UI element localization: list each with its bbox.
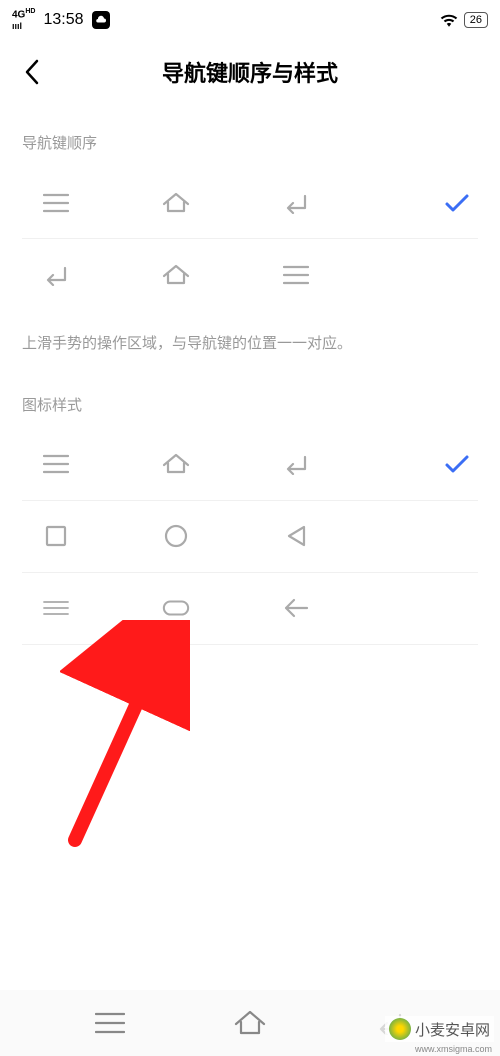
header: 导航键顺序与样式 — [0, 40, 500, 104]
watermark-text: 小麦安卓网 — [415, 1019, 490, 1040]
style-option-2[interactable] — [22, 501, 478, 573]
nav-menu-button[interactable] — [94, 1007, 126, 1039]
annotation-arrow — [60, 620, 190, 850]
home-icon — [162, 261, 190, 289]
home-icon — [162, 189, 190, 217]
page-title: 导航键顺序与样式 — [162, 56, 338, 88]
back-icon — [42, 261, 70, 289]
nav-home-button[interactable] — [234, 1007, 266, 1039]
pill-icon — [162, 594, 190, 622]
back-button[interactable] — [16, 56, 48, 88]
style-option-3[interactable] — [22, 573, 478, 645]
menu-icon — [282, 261, 310, 289]
thin-menu-icon — [42, 594, 70, 622]
watermark-logo-icon — [389, 1018, 411, 1040]
wifi-icon — [440, 13, 458, 27]
menu-icon — [42, 189, 70, 217]
circle-icon — [162, 522, 190, 550]
style-option-1[interactable] — [22, 429, 478, 501]
battery-indicator: 26 — [464, 12, 488, 28]
watermark: 小麦安卓网 — [385, 1016, 494, 1042]
section-style-label: 图标样式 — [22, 366, 478, 429]
triangle-back-icon — [282, 522, 310, 550]
network-indicator: 4GHD ıııl — [12, 8, 35, 32]
check-icon — [444, 454, 470, 474]
back-icon — [282, 450, 310, 478]
back-icon — [282, 189, 310, 217]
order-option-2[interactable] — [22, 239, 478, 311]
menu-icon — [42, 450, 70, 478]
arrow-left-icon — [282, 594, 310, 622]
hint-text: 上滑手势的操作区域，与导航键的位置一一对应。 — [22, 311, 478, 366]
cloud-icon — [92, 11, 110, 29]
section-order-label: 导航键顺序 — [22, 104, 478, 167]
square-icon — [42, 522, 70, 550]
order-option-1[interactable] — [22, 167, 478, 239]
check-icon — [444, 193, 470, 213]
watermark-url: www.xmsigma.com — [415, 1044, 492, 1054]
home-icon — [162, 450, 190, 478]
status-bar: 4GHD ıııl 13:58 26 — [0, 0, 500, 40]
time: 13:58 — [43, 11, 83, 29]
